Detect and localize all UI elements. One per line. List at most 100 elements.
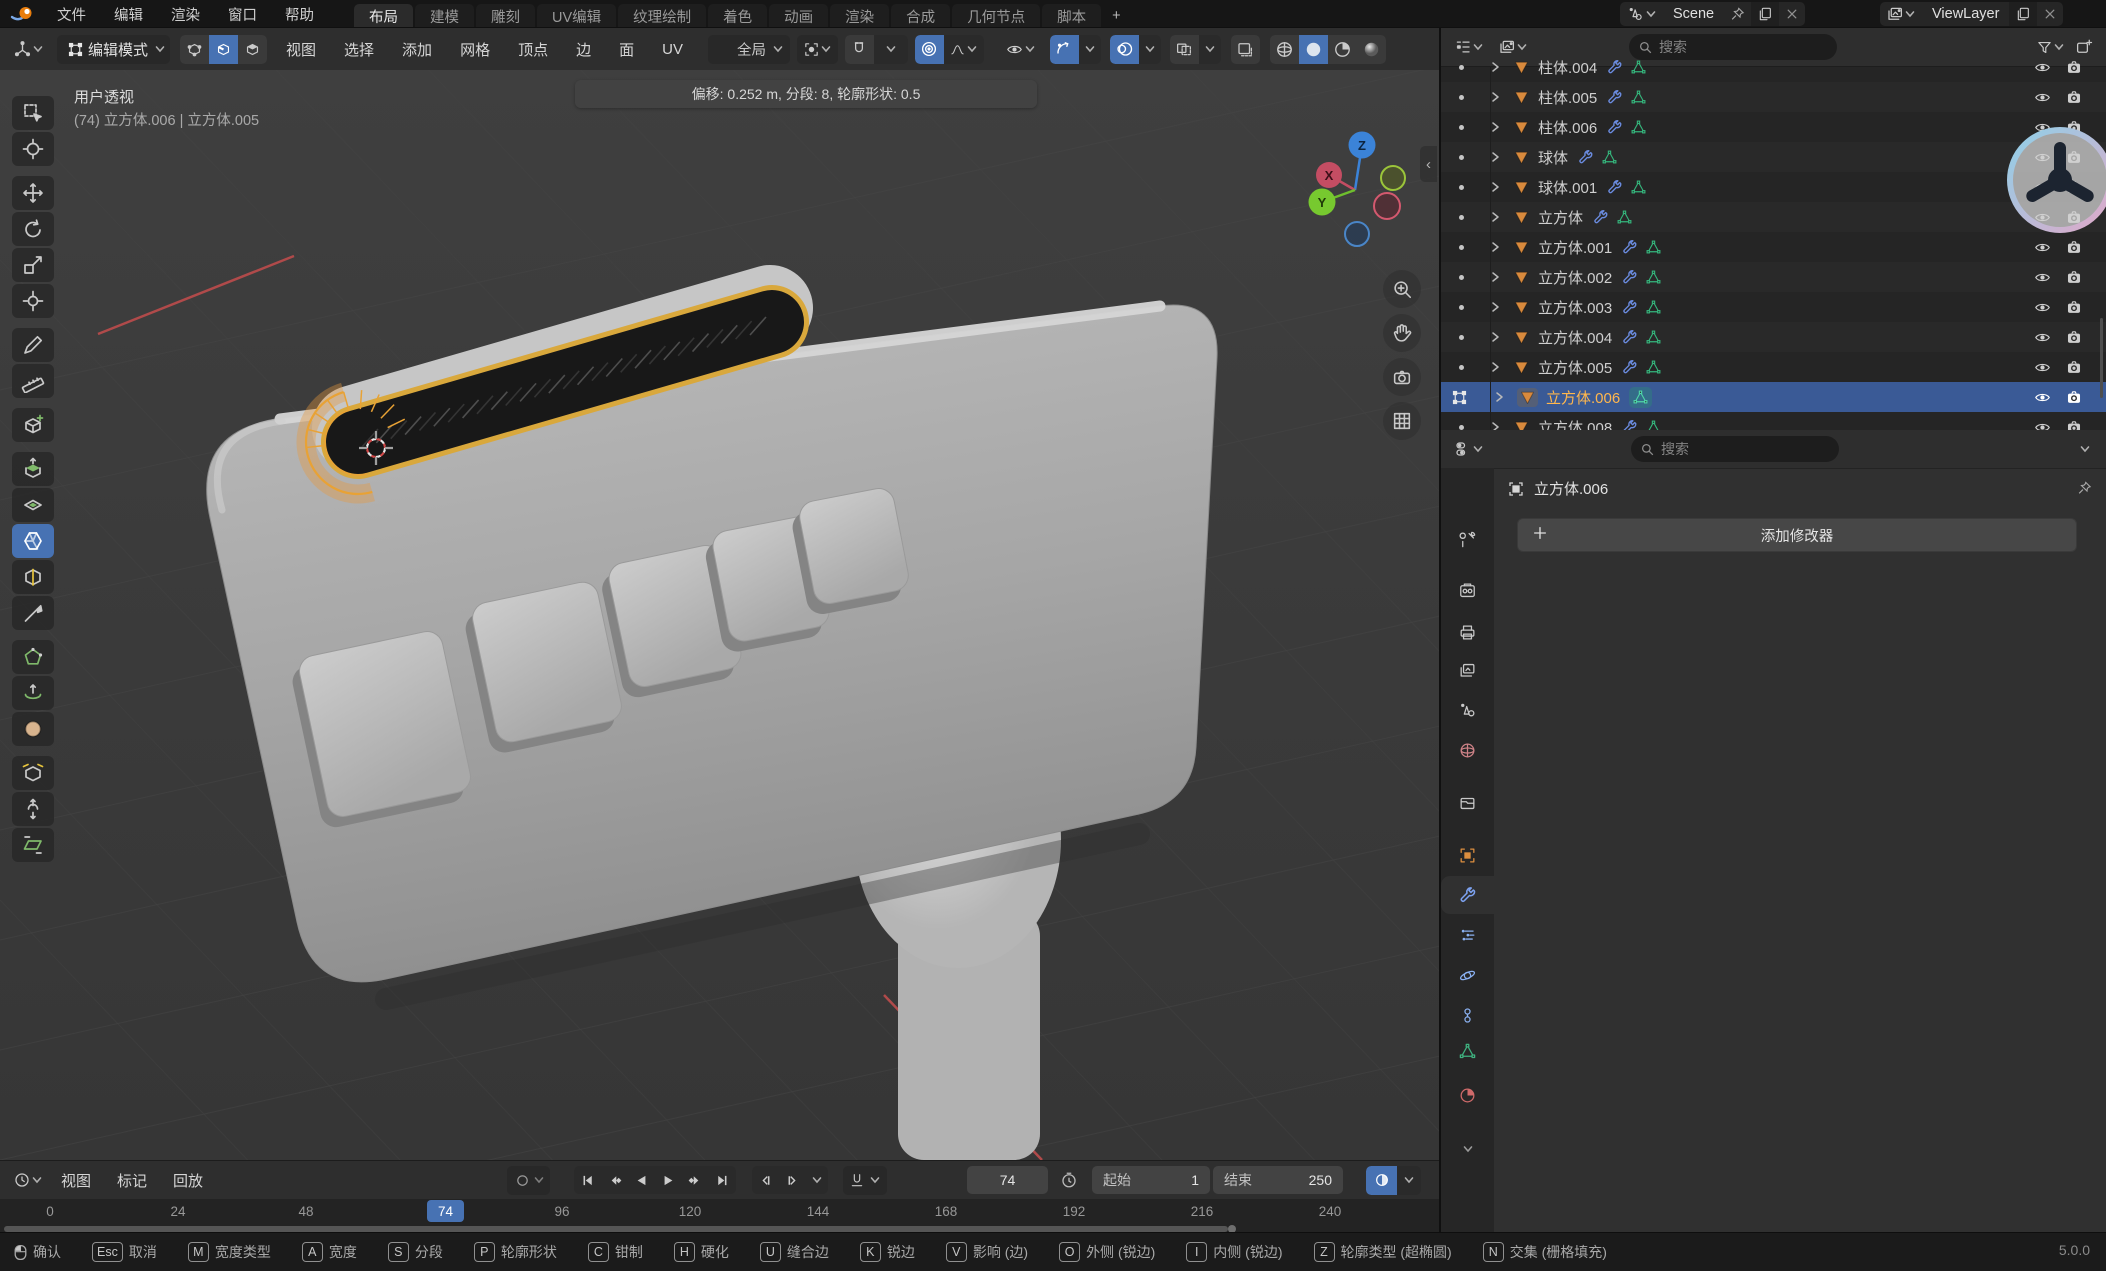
workspace-tab-脚本[interactable]: 脚本 (1042, 4, 1101, 28)
selection-dot[interactable] (1459, 245, 1464, 250)
timeline-snap-dropdown[interactable] (843, 1166, 887, 1195)
timeline-editor-dropdown[interactable] (8, 1166, 48, 1195)
modifier-wrench-icon[interactable] (1621, 359, 1638, 376)
solid-shading-button[interactable] (1299, 35, 1328, 64)
add-modifier-button[interactable]: 添加修改器 (1517, 518, 2077, 552)
hide-eye-icon[interactable] (2033, 389, 2052, 406)
viewlayer-tab[interactable] (1441, 651, 1494, 689)
mesh-data-icon[interactable] (1645, 359, 1662, 376)
selection-dot[interactable] (1459, 155, 1464, 160)
mesh-data-icon[interactable] (1630, 179, 1647, 196)
visibility-dropdown[interactable] (1000, 35, 1041, 64)
timeline-menu-视图[interactable]: 视图 (60, 1170, 92, 1191)
edge-slide-tool[interactable] (12, 756, 54, 790)
modifier-wrench-icon[interactable] (1621, 239, 1638, 256)
remove-viewlayer-icon[interactable] (2037, 2, 2063, 26)
step-back-button[interactable] (752, 1166, 779, 1194)
modifiers-tab[interactable] (1441, 876, 1494, 914)
camera-visibility-icon[interactable] (2065, 239, 2083, 256)
knife-tool[interactable] (12, 596, 54, 630)
step-forward-button[interactable] (779, 1166, 806, 1194)
material-shading-button[interactable] (1328, 35, 1357, 64)
modifier-wrench-icon[interactable] (1621, 299, 1638, 316)
camera-visibility-icon[interactable] (2065, 59, 2083, 76)
modifier-wrench-icon[interactable] (1606, 59, 1623, 76)
workspace-tab-着色[interactable]: 着色 (708, 4, 767, 28)
workspace-tab-雕刻[interactable]: 雕刻 (476, 4, 535, 28)
render-region-button[interactable] (1231, 35, 1260, 64)
autokey-record-icon[interactable] (512, 1173, 533, 1188)
smooth-tool[interactable] (12, 712, 54, 746)
shear-tool[interactable] (12, 828, 54, 862)
add-workspace-button[interactable]: + (1103, 4, 1129, 28)
chevron-down-icon[interactable] (2074, 435, 2096, 464)
mesh-data-icon[interactable] (1645, 419, 1662, 431)
mode-dropdown[interactable]: 编辑模式 (57, 35, 170, 64)
workspace-tab-建模[interactable]: 建模 (415, 4, 474, 28)
scene-name[interactable]: Scene (1663, 6, 1724, 22)
modifier-wrench-icon[interactable] (1606, 119, 1623, 136)
camera-visibility-icon[interactable] (2065, 89, 2083, 106)
scene-tab[interactable] (1441, 691, 1494, 729)
frame-start-field[interactable]: 起始1 (1092, 1166, 1210, 1194)
edge-select-button[interactable] (209, 35, 238, 64)
outliner-scrollbar[interactable] (2100, 318, 2103, 398)
close-scene-icon[interactable] (1779, 2, 1805, 26)
panel-divider-vertical[interactable] (1439, 28, 1441, 1232)
workspace-tab-纹理绘制[interactable]: 纹理绘制 (618, 4, 706, 28)
workspace-tab-UV编辑[interactable]: UV编辑 (537, 4, 616, 28)
outliner-item-立方体.008[interactable]: 立方体.008 (1441, 412, 2106, 430)
workspace-tab-渲染[interactable]: 渲染 (830, 4, 889, 28)
selection-dot[interactable] (1459, 215, 1464, 220)
camera-visibility-icon[interactable] (2065, 329, 2083, 346)
inset-faces-tool[interactable] (12, 488, 54, 522)
frame-end-field[interactable]: 结束250 (1213, 1166, 1343, 1194)
hide-eye-icon[interactable] (2033, 59, 2052, 76)
measure-tool[interactable] (12, 364, 54, 398)
hide-eye-icon[interactable] (2033, 89, 2052, 106)
zoom-button[interactable] (1383, 270, 1421, 308)
mesh-data-icon[interactable] (1630, 59, 1647, 76)
jump-to-end-button[interactable] (709, 1166, 736, 1194)
modifier-wrench-icon[interactable] (1621, 419, 1638, 431)
selection-dot[interactable] (1459, 185, 1464, 190)
viewport-menu-边[interactable]: 边 (575, 39, 592, 60)
viewport-menu-UV[interactable]: UV (661, 41, 684, 58)
modifier-wrench-icon[interactable] (1577, 149, 1594, 166)
autokey-controls[interactable] (507, 1166, 550, 1195)
wireframe-shading-button[interactable] (1270, 35, 1299, 64)
play-button[interactable] (655, 1166, 682, 1194)
poly-build-tool[interactable] (12, 640, 54, 674)
mesh-data-icon[interactable] (1630, 89, 1647, 106)
shrink-fatten-tool[interactable] (12, 792, 54, 826)
transform-tool[interactable] (12, 284, 54, 318)
xray-toggle[interactable] (1170, 35, 1199, 64)
camera-visibility-icon[interactable] (2065, 299, 2083, 316)
menu-文件[interactable]: 文件 (43, 0, 100, 28)
physics-tab[interactable] (1441, 956, 1494, 994)
camera-visibility-icon[interactable] (2065, 269, 2083, 286)
viewlayer-icon[interactable] (1880, 2, 1922, 26)
playback-sync-toggle[interactable] (1366, 1166, 1397, 1195)
viewport-menu-网格[interactable]: 网格 (459, 39, 491, 60)
loop-cut-tool[interactable] (12, 560, 54, 594)
mesh-data-icon[interactable] (1645, 299, 1662, 316)
modifier-wrench-icon[interactable] (1592, 209, 1609, 226)
previous-keyframe-button[interactable] (601, 1166, 628, 1194)
navigation-gizmo[interactable]: Z X Y (1285, 98, 1435, 248)
breadcrumb-object-name[interactable]: 立方体.006 (1534, 478, 1608, 499)
gizmos-dropdown[interactable] (1079, 35, 1101, 64)
camera-visibility-icon[interactable] (2065, 389, 2083, 406)
hide-eye-icon[interactable] (2033, 419, 2052, 431)
move-tool[interactable] (12, 176, 54, 210)
world-tab[interactable] (1441, 731, 1494, 769)
render-tab[interactable] (1441, 571, 1494, 609)
modifier-wrench-icon[interactable] (1606, 179, 1623, 196)
mesh-data-icon[interactable] (1601, 149, 1618, 166)
overlays-toggle[interactable] (1110, 35, 1139, 64)
timeline-ruler[interactable]: 0244896120144168192216240 74 (0, 1199, 1440, 1225)
new-scene-icon[interactable] (1751, 2, 1779, 26)
camera-view-button[interactable] (1383, 358, 1421, 396)
viewport-menu-添加[interactable]: 添加 (401, 39, 433, 60)
camera-visibility-icon[interactable] (2065, 359, 2083, 376)
